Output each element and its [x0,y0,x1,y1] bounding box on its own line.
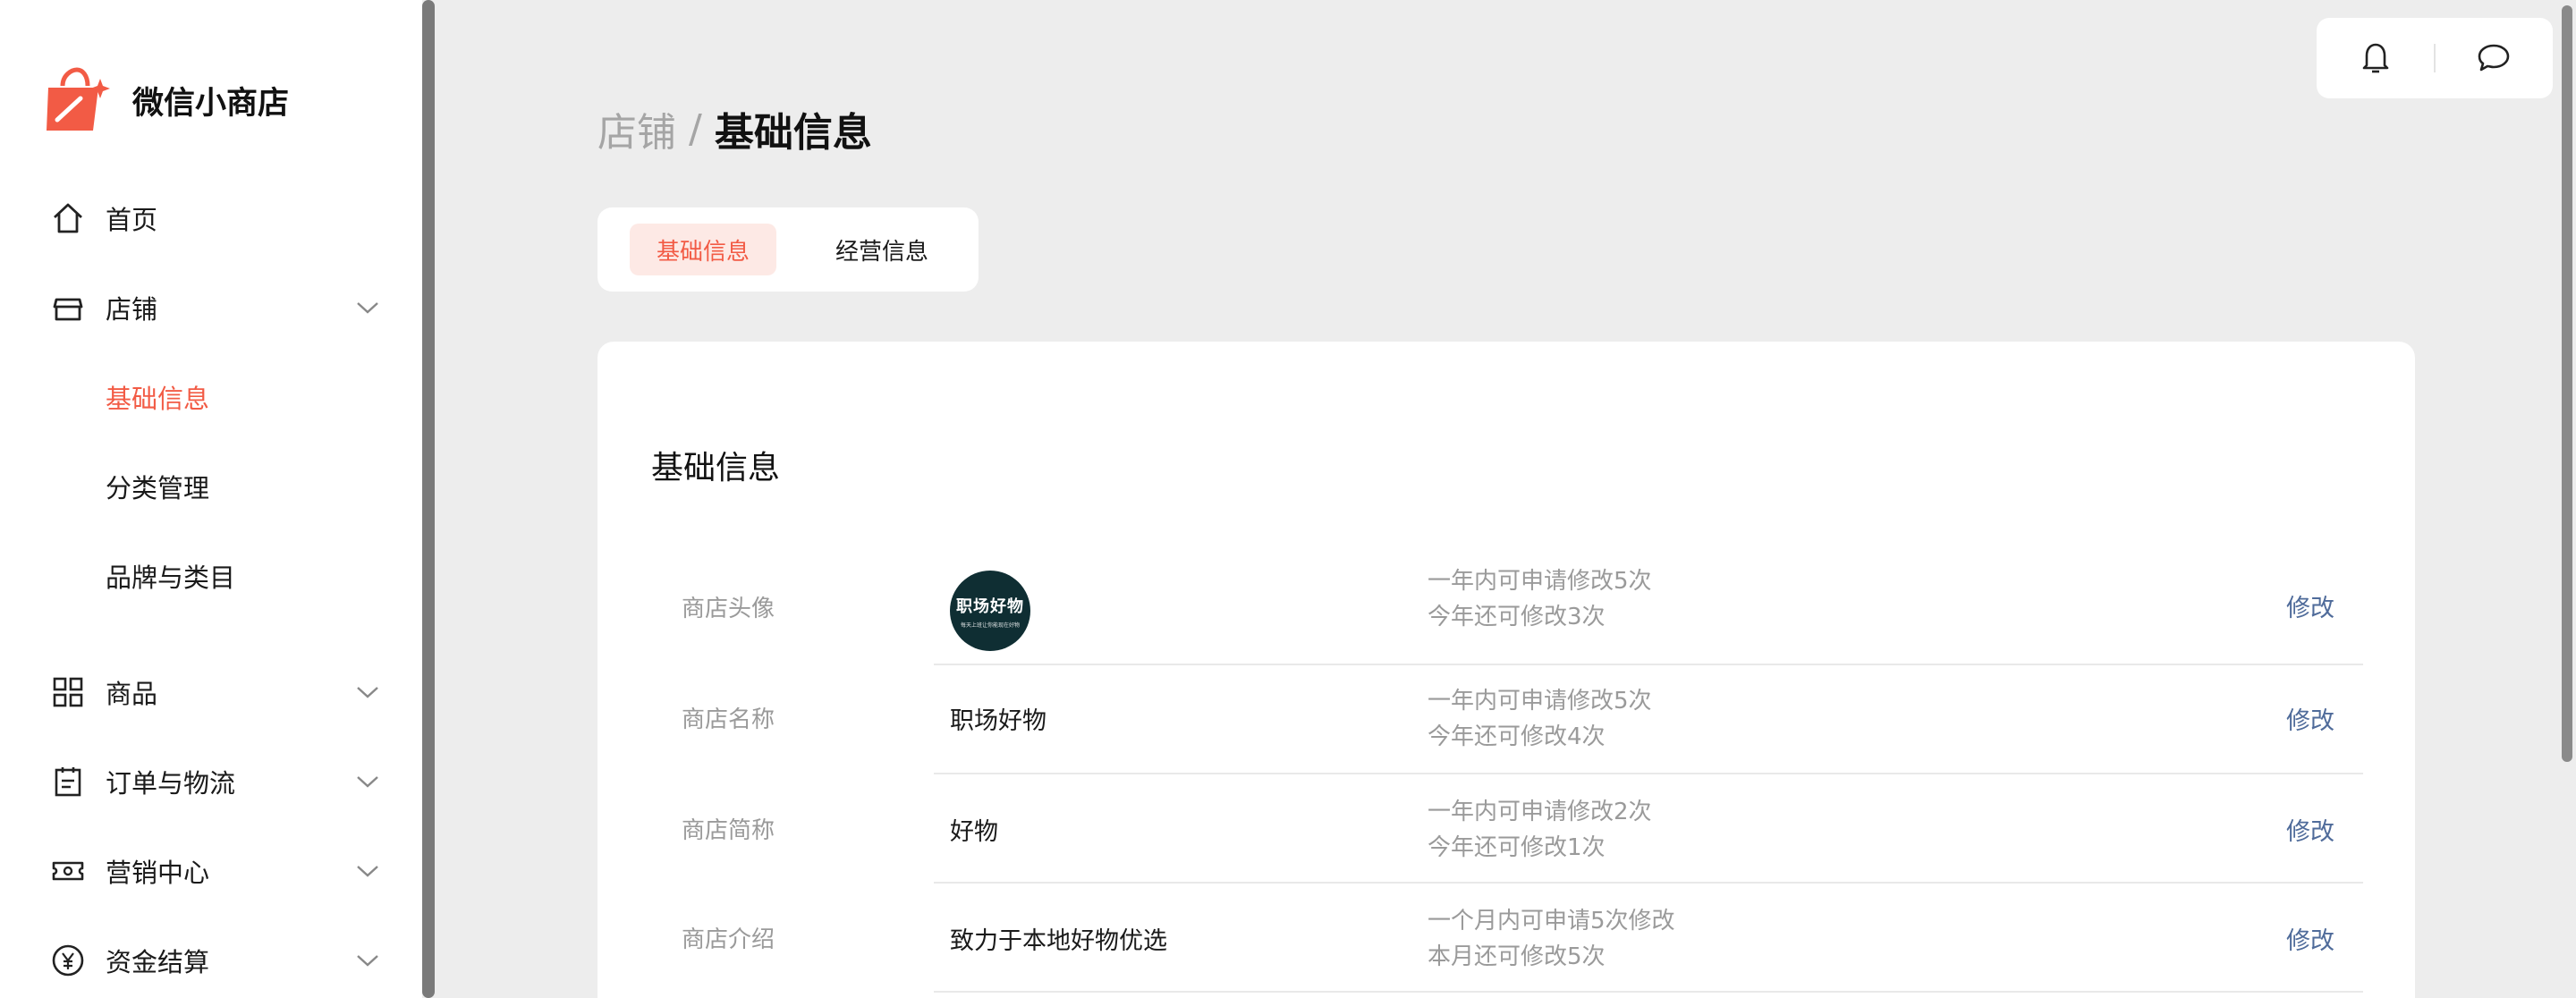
shopping-bag-logo-icon [47,67,110,131]
nav-label-finance: 资金结算 [106,947,210,977]
brand[interactable]: 微信小商店 [43,64,289,136]
messages-button[interactable] [2436,18,2553,98]
row-value: 好物 [950,818,998,846]
sidebar-item-brand-category[interactable]: 品牌与类目 [0,540,422,612]
nav-label-products: 商品 [106,679,158,709]
bell-icon [2362,43,2388,73]
edit-link[interactable]: 修改 [2286,812,2334,847]
avatar-subtext: 每天上班让你能现在好物 [960,622,1020,629]
ticket-icon [50,853,86,889]
row-note: 一年内可申请修改2次 今年还可修改1次 [1428,794,1652,866]
row-note: 一个月内可申请5次修改 本月还可修改5次 [1428,903,1675,975]
clipboard-icon [50,764,86,799]
grid-icon [50,674,86,710]
home-icon [50,200,86,236]
main-scrollbar-thumb[interactable] [2562,5,2572,762]
nav-label-store: 店铺 [106,294,158,325]
row-label: 商店介绍 [682,926,775,953]
row-note-line: 一年内可申请修改2次 [1428,799,1652,825]
row-note: 一年内可申请修改5次 今年还可修改3次 [1428,563,1652,635]
row-value: 致力于本地好物优选 [950,927,1167,955]
breadcrumb: 店铺 / 基础信息 [597,100,872,157]
table-row: 商店简称 好物 一年内可申请修改2次 今年还可修改1次 修改 [597,774,2415,884]
table-row: 商店名称 职场好物 一年内可申请修改5次 今年还可修改4次 修改 [597,665,2415,774]
nav-item-finance[interactable]: 资金结算 [0,925,422,996]
row-label: 商店简称 [682,817,775,844]
tab-business-info[interactable]: 经营信息 [809,224,955,275]
basic-info-card: 基础信息 商店头像 职场好物 每天上班让你能现在好物 一年内可申请修改5次 今年… [597,342,2415,998]
row-note-line: 今年还可修改1次 [1428,834,1606,861]
tab-bar: 基础信息 经营信息 [597,207,979,292]
row-note-line: 一年内可申请修改5次 [1428,688,1652,715]
chevron-down-icon[interactable] [354,947,381,974]
nav-item-store[interactable]: 店铺 [0,272,422,343]
sidebar-item-basic-info[interactable]: 基础信息 [0,361,422,433]
breadcrumb-parent[interactable]: 店铺 [597,100,676,157]
chevron-down-icon[interactable] [354,679,381,706]
brand-name: 微信小商店 [132,85,290,122]
sidebar-item-label: 品牌与类目 [106,562,236,593]
row-label: 商店名称 [682,706,775,733]
tab-basic-info[interactable]: 基础信息 [630,224,777,275]
sidebar-item-label: 基础信息 [106,384,210,414]
avatar: 职场好物 每天上班让你能现在好物 [950,571,1030,651]
table-row: 商店头像 职场好物 每天上班让你能现在好物 一年内可申请修改5次 今年还可修改3… [597,553,2415,665]
divider [934,991,2363,993]
chevron-down-icon[interactable] [354,768,381,795]
yuan-icon [50,943,86,978]
sidebar-scrollbar[interactable] [422,0,435,998]
breadcrumb-separator: / [689,106,702,152]
row-note-line: 本月还可修改5次 [1428,943,1606,970]
row-note-line: 一年内可申请修改5次 [1428,568,1652,595]
avatar-text: 职场好物 [956,596,1024,616]
card-title: 基础信息 [651,450,781,486]
row-note-line: 今年还可修改4次 [1428,723,1606,750]
chevron-down-icon[interactable] [354,858,381,884]
nav-label-home: 首页 [106,205,158,235]
table-row: 商店介绍 致力于本地好物优选 一个月内可申请5次修改 本月还可修改5次 修改 [597,884,2415,993]
sidebar: 微信小商店 首页 店铺 基础信息 分类管理 品牌与类目 商品 订单与物流 营销中… [0,0,422,998]
chat-icon [2479,44,2510,72]
row-value: 职场好物 [950,707,1046,735]
nav-label-orders: 订单与物流 [106,768,236,799]
nav-item-marketing[interactable]: 营销中心 [0,835,422,907]
top-actions [2317,18,2553,98]
edit-link[interactable]: 修改 [2286,588,2334,623]
chevron-down-icon[interactable] [354,294,381,321]
row-note-line: 一个月内可申请5次修改 [1428,908,1675,935]
row-note: 一年内可申请修改5次 今年还可修改4次 [1428,683,1652,755]
page-title: 基础信息 [714,110,872,156]
row-label: 商店头像 [682,596,775,622]
notifications-button[interactable] [2317,18,2434,98]
store-icon [50,290,86,326]
sidebar-item-category[interactable]: 分类管理 [0,451,422,522]
edit-link[interactable]: 修改 [2286,921,2334,956]
nav-item-products[interactable]: 商品 [0,656,422,728]
row-note-line: 今年还可修改3次 [1428,604,1606,630]
nav-label-marketing: 营销中心 [106,858,210,888]
edit-link[interactable]: 修改 [2286,701,2334,736]
nav-item-orders[interactable]: 订单与物流 [0,746,422,817]
sidebar-item-label: 分类管理 [106,473,210,503]
nav-item-home[interactable]: 首页 [0,182,422,254]
